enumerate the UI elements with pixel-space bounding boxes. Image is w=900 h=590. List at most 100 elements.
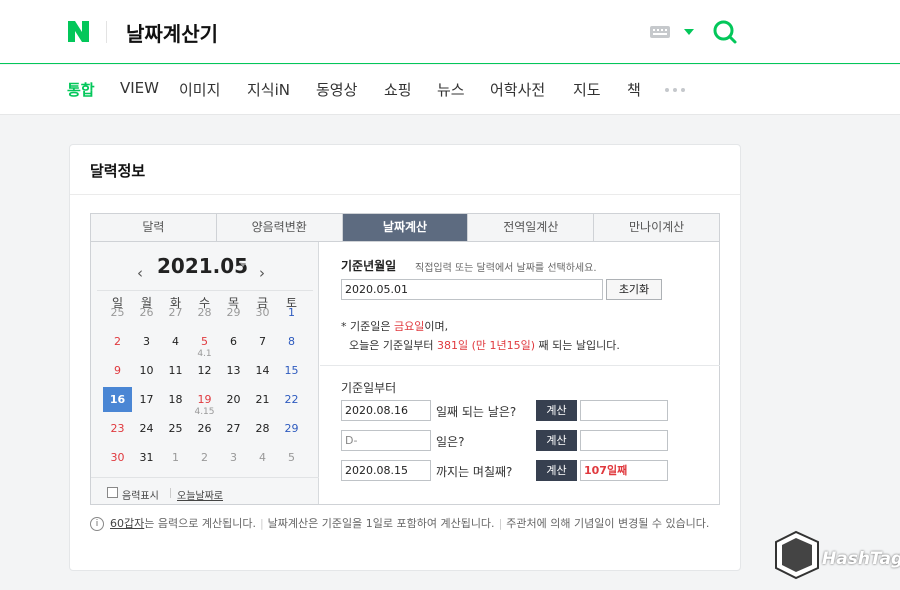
calendar-day[interactable]: 26 <box>190 416 219 441</box>
header-divider <box>106 21 107 43</box>
mini-calendar: ‹ 2021.05 › 일월화수목금토 25 26 27 28 29 30 1 2 3 4 5 4.1… <box>91 242 319 504</box>
tab-video[interactable]: 동영상 <box>316 79 357 100</box>
calendar-day[interactable]: 27 <box>161 300 190 325</box>
tab-discharge-calc[interactable]: 전역일계산 <box>468 214 595 241</box>
keyboard-icon[interactable] <box>650 26 670 38</box>
autocomplete-toggle-icon[interactable] <box>684 29 694 35</box>
tab-dictionary[interactable]: 어학사전 <box>490 79 545 100</box>
tab-news[interactable]: 뉴스 <box>437 79 465 100</box>
lunar-checkbox[interactable] <box>107 487 118 498</box>
lunar-checkbox-label: 음력표시 <box>122 491 159 502</box>
search-input[interactable]: 날짜계산기 <box>126 18 218 47</box>
calendar-day[interactable]: 17 <box>132 387 161 412</box>
calendar-day[interactable]: 28 <box>190 300 219 325</box>
calendar-divider <box>97 290 313 291</box>
calendar-day[interactable]: 4 <box>248 445 277 470</box>
calendar-day[interactable]: 2 <box>103 329 132 354</box>
calendar-day[interactable]: 23 <box>103 416 132 441</box>
calendar-day[interactable]: 30 <box>248 300 277 325</box>
search-tabs: 통합 VIEW 이미지 지식iN 동영상 쇼핑 뉴스 어학사전 지도 책 <box>0 65 900 115</box>
tab-date-calc[interactable]: 날짜계산 <box>342 214 469 241</box>
tab-integrated[interactable]: 통합 <box>67 79 95 100</box>
tab-map[interactable]: 지도 <box>573 79 601 100</box>
calendar-day[interactable]: 31 <box>132 445 161 470</box>
calc-button-3[interactable]: 계산 <box>536 460 577 481</box>
hashtag-watermark-logo <box>775 530 819 580</box>
dday-input[interactable]: D- <box>341 430 431 451</box>
naver-logo[interactable] <box>66 19 91 44</box>
reset-button[interactable]: 초기화 <box>606 279 662 300</box>
tab-book[interactable]: 책 <box>627 79 641 100</box>
calendar-day[interactable]: 14 <box>248 358 277 383</box>
prev-month-icon[interactable]: ‹ <box>137 264 143 282</box>
calendar-day[interactable]: 30 <box>103 445 132 470</box>
days-after-label: 일째 되는 날은? <box>436 405 517 419</box>
calendar-footer: 음력표시 오늘날짜로 <box>91 477 319 504</box>
days-after-input[interactable]: 2020.08.16 <box>341 400 431 421</box>
calendar-day[interactable]: 3 <box>132 329 161 354</box>
calendar-day[interactable]: 4 <box>161 329 190 354</box>
calendar-day[interactable]: 26 <box>132 300 161 325</box>
days-after-result[interactable] <box>580 400 668 421</box>
calendar-day[interactable]: 20 <box>219 387 248 412</box>
calc-button-2[interactable]: 계산 <box>536 430 577 451</box>
calendar-day[interactable]: 5 <box>277 445 306 470</box>
calendar-day[interactable]: 1 <box>277 300 306 325</box>
base-date-input[interactable]: 2020.05.01 <box>341 279 603 300</box>
calendar-day[interactable]: 28 <box>248 416 277 441</box>
until-date-label: 까지는 며칠째? <box>436 465 513 479</box>
tab-images[interactable]: 이미지 <box>179 79 220 100</box>
info-icon: i <box>90 517 104 531</box>
calculator-body: ‹ 2021.05 › 일월화수목금토 25 26 27 28 29 30 1 2 3 4 5 4.1… <box>90 242 720 505</box>
tab-age-calc[interactable]: 만나이계산 <box>594 214 719 241</box>
tab-calendar[interactable]: 달력 <box>91 214 217 241</box>
calendar-day[interactable]: 6 <box>219 329 248 354</box>
today-link[interactable]: 오늘날짜로 <box>177 487 223 502</box>
calendar-day[interactable]: 3 <box>219 445 248 470</box>
date-calc-panel: 기준년월일 직접입력 또는 달력에서 날짜를 선택하세요. 2020.05.01… <box>320 242 720 504</box>
search-header: 날짜계산기 <box>0 0 900 64</box>
more-tabs-icon[interactable] <box>665 88 685 92</box>
calendar-day[interactable]: 27 <box>219 416 248 441</box>
tab-view[interactable]: VIEW <box>120 79 159 97</box>
info-text: 60갑자는 음력으로 계산됩니다. | 날짜계산은 기준일을 1일로 포함하여 계산… <box>110 517 710 530</box>
calendar-day[interactable]: 25 <box>161 416 190 441</box>
calendar-day[interactable]: 21 <box>248 387 277 412</box>
calendar-day[interactable]: 16 <box>103 387 132 412</box>
next-month-icon[interactable]: › <box>259 264 265 282</box>
calendar-day[interactable]: 8 <box>277 329 306 354</box>
tab-shopping[interactable]: 쇼핑 <box>384 79 412 100</box>
calendar-day[interactable]: 12 <box>190 358 219 383</box>
until-date-result[interactable]: 107일째 <box>580 460 668 481</box>
calendar-day[interactable]: 1 <box>161 445 190 470</box>
base-date-hint: 직접입력 또는 달력에서 날짜를 선택하세요. <box>415 263 597 274</box>
dday-result[interactable] <box>580 430 668 451</box>
calendar-day[interactable]: 15 <box>277 358 306 383</box>
card-divider <box>70 194 740 195</box>
calendar-day[interactable]: 13 <box>219 358 248 383</box>
base-date-label: 기준년월일 <box>341 259 397 273</box>
month-select-caret-icon[interactable] <box>240 263 246 267</box>
calendar-day[interactable]: 25 <box>103 300 132 325</box>
calendar-day[interactable]: 10 <box>132 358 161 383</box>
calendar-day[interactable]: 7 <box>248 329 277 354</box>
calendar-day[interactable]: 9 <box>103 358 132 383</box>
search-icon[interactable] <box>712 19 738 45</box>
sexagenary-link[interactable]: 60갑자 <box>110 517 144 530</box>
calendar-day[interactable]: 18 <box>161 387 190 412</box>
tab-kin[interactable]: 지식iN <box>247 79 290 100</box>
weekday-note: * 기준일은 금요일이며, <box>341 320 449 333</box>
watermark-text: HashTag <box>822 549 900 569</box>
calendar-day[interactable]: 29 <box>277 416 306 441</box>
tab-lunar-convert[interactable]: 양음력변환 <box>217 214 343 241</box>
calendar-day[interactable]: 24 <box>132 416 161 441</box>
dday-label: 일은? <box>436 435 465 449</box>
calendar-day[interactable]: 2 <box>190 445 219 470</box>
from-base-label: 기준일부터 <box>341 381 397 395</box>
calendar-day[interactable]: 29 <box>219 300 248 325</box>
calendar-day[interactable]: 11 <box>161 358 190 383</box>
calc-button-1[interactable]: 계산 <box>536 400 577 421</box>
until-date-input[interactable]: 2020.08.15 <box>341 460 431 481</box>
calendar-day[interactable]: 22 <box>277 387 306 412</box>
month-label[interactable]: 2021.05 <box>157 254 248 278</box>
